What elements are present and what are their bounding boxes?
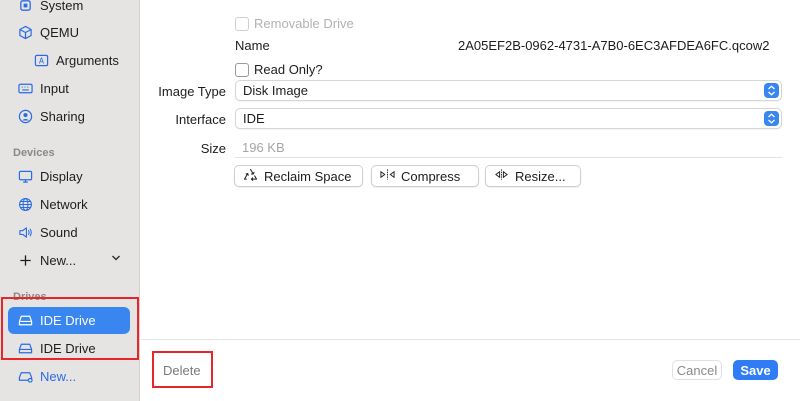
sidebar-item-network[interactable]: Network [8, 191, 130, 218]
sidebar-item-label: Arguments [56, 53, 119, 68]
globe-icon [17, 197, 33, 213]
size-field[interactable]: 196 KB [235, 137, 782, 158]
resize-button[interactable]: Resize... [485, 165, 581, 187]
drive-settings-panel: Removable Drive Name 2A05EF2B-0962-4731-… [141, 0, 800, 401]
drives-highlight-box [1, 297, 139, 360]
display-icon [17, 169, 33, 185]
sidebar-item-label: Network [40, 197, 88, 212]
sidebar-item-display[interactable]: Display [8, 163, 130, 190]
resize-icon [494, 168, 509, 184]
image-type-label: Image Type [158, 84, 226, 99]
image-type-select[interactable]: Disk Image [235, 80, 782, 101]
sidebar-item-input[interactable]: Input [8, 75, 130, 102]
chevron-down-icon [111, 254, 121, 265]
sidebar-item-system[interactable]: System [8, 0, 130, 19]
drive-add-icon [17, 369, 33, 385]
reclaim-space-label: Reclaim Space [264, 168, 352, 184]
new-drive-button[interactable]: New... [8, 363, 130, 390]
sidebar-item-label: QEMU [40, 25, 79, 40]
new-device-button[interactable]: New... [8, 247, 130, 274]
keyboard-icon [17, 81, 33, 97]
compress-label: Compress [401, 168, 461, 184]
cpu-icon [17, 0, 33, 14]
interface-label: Interface [175, 112, 226, 127]
read-only-checkbox[interactable] [235, 63, 249, 77]
image-type-value: Disk Image [243, 83, 309, 98]
new-device-label: New... [40, 253, 77, 268]
cube-icon [17, 25, 33, 41]
interface-select[interactable]: IDE [235, 108, 782, 129]
sidebar-item-sound[interactable]: Sound [8, 219, 130, 246]
sidebar-item-arguments[interactable]: A Arguments [24, 47, 130, 74]
reclaim-space-button[interactable]: Reclaim Space [234, 165, 363, 187]
sidebar-item-sharing[interactable]: Sharing [8, 103, 130, 130]
sidebar-item-label: Input [40, 81, 69, 96]
sidebar-item-label: System [40, 0, 84, 13]
name-label: Name [235, 38, 270, 53]
size-label: Size [200, 141, 226, 156]
read-only-label: Read Only? [254, 62, 323, 77]
delete-highlight-box [152, 351, 213, 388]
sidebar-item-label: Display [40, 169, 83, 184]
name-value: 2A05EF2B-0962-4731-A7B0-6EC3AFDEA6FC.qco… [458, 38, 770, 53]
size-placeholder: 196 KB [242, 139, 285, 155]
up-down-chevron-icon [764, 83, 779, 98]
person-circle-icon [17, 109, 33, 125]
recycle-icon [243, 168, 258, 184]
interface-value: IDE [243, 111, 265, 126]
svg-text:A: A [38, 57, 44, 66]
new-drive-label: New... [40, 369, 77, 384]
compress-icon [380, 168, 395, 184]
devices-heading: Devices [13, 147, 55, 159]
removable-drive-label: Removable Drive [254, 16, 354, 31]
plus-icon [17, 253, 33, 269]
cancel-button[interactable]: Cancel [672, 360, 722, 380]
text-field-icon: A [33, 53, 49, 69]
sidebar-item-label: Sharing [40, 109, 85, 124]
footer-divider [141, 339, 800, 340]
speaker-icon [17, 225, 33, 241]
sidebar-item-qemu[interactable]: QEMU [8, 19, 130, 46]
resize-label: Resize... [515, 168, 566, 184]
up-down-chevron-icon [764, 111, 779, 126]
sidebar-item-label: Sound [40, 225, 78, 240]
save-button[interactable]: Save [733, 360, 778, 380]
removable-drive-checkbox[interactable] [235, 17, 249, 31]
compress-button[interactable]: Compress [371, 165, 479, 187]
